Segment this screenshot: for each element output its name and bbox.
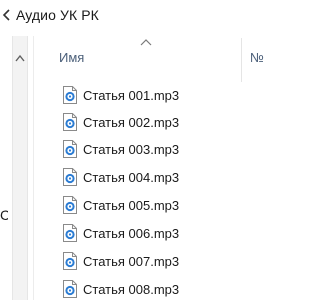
list-item[interactable]: Статья 004.mp3 — [56, 166, 292, 188]
navigation-pane[interactable]: С — [0, 36, 34, 300]
audio-file-icon — [63, 196, 77, 214]
file-name: Статья 007.mp3 — [83, 253, 180, 269]
file-name: Статья 005.mp3 — [83, 197, 180, 213]
explorer-window: Аудио УК РК С Имя № Статья 001.mp3 Стать… — [0, 0, 300, 300]
audio-file-icon — [63, 224, 77, 242]
audio-file-icon — [63, 252, 77, 270]
audio-file-icon — [63, 86, 77, 104]
list-item[interactable]: Статья 005.mp3 — [56, 194, 292, 216]
file-name: Статья 006.mp3 — [83, 225, 180, 241]
list-item[interactable]: Статья 002.mp3 — [56, 111, 292, 133]
file-name: Статья 001.mp3 — [83, 87, 180, 103]
nav-item-label[interactable]: С — [0, 207, 8, 223]
title-bar: Аудио УК РК — [0, 0, 300, 30]
chevron-left-icon[interactable] — [2, 9, 12, 21]
file-name: Статья 008.mp3 — [83, 281, 180, 297]
sort-ascending-icon — [140, 39, 152, 46]
list-item[interactable]: Статья 008.mp3 — [56, 278, 292, 300]
nav-scrollbar[interactable] — [12, 36, 28, 300]
file-name: Статья 003.mp3 — [83, 141, 180, 157]
file-name: Статья 002.mp3 — [83, 114, 180, 130]
audio-file-icon — [63, 168, 77, 186]
column-number-label[interactable]: № — [250, 50, 264, 65]
pane-divider[interactable] — [33, 36, 34, 300]
audio-file-icon — [63, 140, 77, 158]
file-name: Статья 004.mp3 — [83, 169, 180, 185]
scroll-up-arrow-icon[interactable] — [15, 54, 25, 62]
list-item[interactable]: Статья 007.mp3 — [56, 250, 292, 272]
audio-file-icon — [63, 113, 77, 131]
audio-file-icon — [63, 280, 77, 298]
column-name-label[interactable]: Имя — [59, 50, 84, 65]
list-item[interactable]: Статья 003.mp3 — [56, 138, 292, 160]
window-title: Аудио УК РК — [16, 7, 99, 23]
list-item[interactable]: Статья 001.mp3 — [56, 84, 292, 106]
list-item[interactable]: Статья 006.mp3 — [56, 222, 292, 244]
